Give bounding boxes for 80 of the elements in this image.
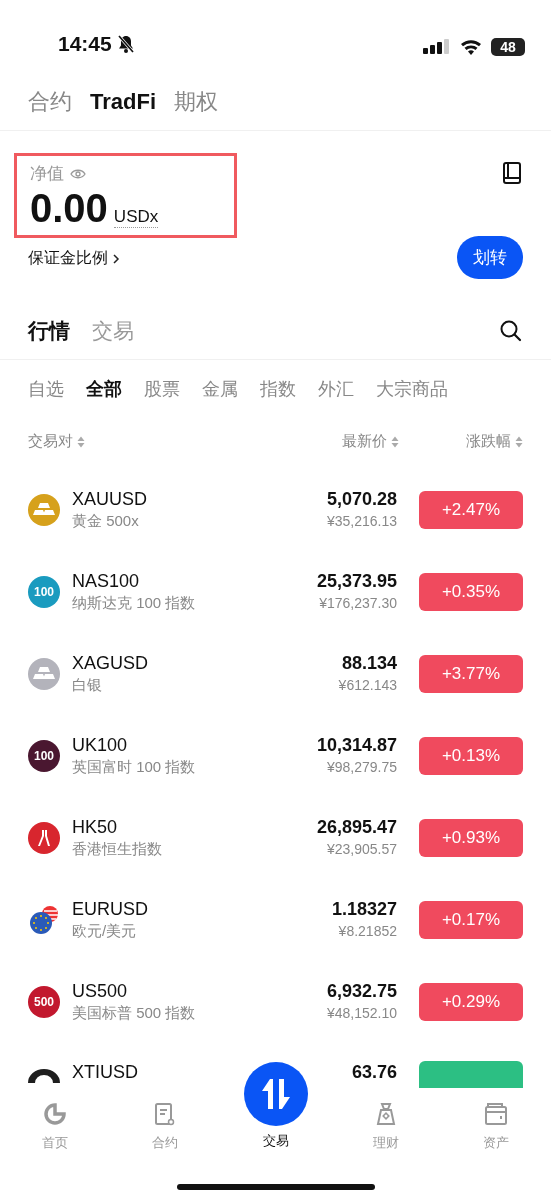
price: 26,895.47 xyxy=(316,816,397,838)
instrument-name: 欧元/美元 xyxy=(72,921,138,941)
price: 1.18327 xyxy=(331,898,397,920)
change-badge[interactable]: +2.47% xyxy=(419,491,523,529)
symbol: HK50 xyxy=(72,816,119,838)
currency-unit[interactable]: USDx xyxy=(113,207,159,228)
symbol: XAUUSD xyxy=(72,488,148,510)
tab[interactable]: 期权 xyxy=(174,86,218,118)
search-icon[interactable] xyxy=(499,319,523,343)
instrument-name: 英国富时 100 指数 xyxy=(72,757,197,777)
instrument-name: 白银 xyxy=(72,675,103,695)
battery-icon: 48 xyxy=(491,38,525,56)
category-tab[interactable]: 外汇 xyxy=(318,376,354,402)
home-icon[interactable] xyxy=(42,1102,69,1128)
trade-button-icon[interactable] xyxy=(243,1062,308,1126)
symbol: XAGUSD xyxy=(72,652,150,674)
instrument-name: 纳斯达克 100 指数 xyxy=(72,593,197,613)
column-header[interactable]: 交易对 xyxy=(28,432,279,451)
category-tab[interactable]: 股票 xyxy=(144,376,180,402)
margin-ratio-link[interactable]: 保证金比例 xyxy=(14,238,237,269)
change-badge[interactable]: +0.29% xyxy=(419,983,523,1021)
index-badge-icon: 500 xyxy=(28,986,60,1018)
change-badge[interactable]: +0.35% xyxy=(419,573,523,611)
status-time: 14:45 xyxy=(58,32,112,56)
index-badge-icon: 100 xyxy=(28,576,60,608)
transfer-button[interactable]: 划转 xyxy=(457,236,523,279)
category-tab[interactable]: 自选 xyxy=(28,376,64,402)
price-cny: ¥176,237.30 xyxy=(318,594,397,613)
muted-bell-icon xyxy=(115,34,136,54)
price-cny: ¥35,216.13 xyxy=(326,512,397,531)
nav-label[interactable]: 资产 xyxy=(482,1134,509,1152)
sort-icon xyxy=(391,435,399,448)
balance-amount: 0.00 xyxy=(30,185,108,231)
category-tab[interactable]: 指数 xyxy=(260,376,296,402)
price-cny: ¥612.143 xyxy=(338,676,397,695)
nav-label[interactable]: 理财 xyxy=(372,1134,399,1152)
change-badge[interactable]: +0.13% xyxy=(419,737,523,775)
price-cny: ¥48,152.10 xyxy=(326,1004,397,1023)
column-header[interactable]: 涨跌幅 xyxy=(399,432,523,451)
price: 5,070.28 xyxy=(326,488,397,510)
eye-icon[interactable] xyxy=(70,167,86,180)
column-header[interactable]: 最新价 xyxy=(279,432,399,451)
chevron-right-icon xyxy=(112,252,120,265)
price: 88.134 xyxy=(340,652,397,674)
price-cny: ¥8.21852 xyxy=(337,922,397,941)
sort-icon xyxy=(515,435,523,448)
change-badge[interactable]: +0.17% xyxy=(419,901,523,939)
price-cny: ¥98,279.75 xyxy=(325,758,397,777)
change-badge[interactable]: +0.93% xyxy=(419,819,523,857)
symbol: XTIUSD xyxy=(72,1061,139,1083)
symbol: NAS100 xyxy=(72,570,141,592)
tab[interactable]: TradFi xyxy=(90,86,156,118)
tab[interactable]: 合约 xyxy=(28,86,72,118)
price: 10,314.87 xyxy=(316,734,397,756)
wifi-icon xyxy=(459,38,483,56)
category-tab[interactable]: 全部 xyxy=(86,376,122,402)
symbol: US500 xyxy=(72,980,129,1002)
price: 63.76 xyxy=(351,1061,397,1083)
price: 6,932.75 xyxy=(326,980,397,1002)
sort-icon xyxy=(77,435,85,448)
tab[interactable]: 行情 xyxy=(28,317,70,345)
instrument-name: 香港恒生指数 xyxy=(72,839,163,859)
nav-label[interactable]: 合约 xyxy=(152,1134,179,1152)
price-cny: ¥23,905.57 xyxy=(325,840,397,859)
symbol: UK100 xyxy=(72,734,129,756)
book-icon[interactable] xyxy=(501,161,523,185)
category-tab[interactable]: 金属 xyxy=(202,376,238,402)
nav-label[interactable]: 交易 xyxy=(262,1132,289,1150)
wallet-icon[interactable] xyxy=(482,1102,509,1128)
change-badge[interactable]: +3.77% xyxy=(419,655,523,693)
price: 25,373.95 xyxy=(316,570,397,592)
signal-icon xyxy=(423,38,451,56)
index-badge-icon: 100 xyxy=(28,740,60,772)
nav-label[interactable]: 首页 xyxy=(42,1134,69,1152)
instrument-name: 美国标普 500 指数 xyxy=(72,1003,197,1023)
tab[interactable]: 交易 xyxy=(92,317,134,345)
symbol: EURUSD xyxy=(72,898,149,920)
instrument-name: 黄金 500x xyxy=(72,511,140,531)
category-tab[interactable]: 大宗商品 xyxy=(376,376,448,402)
balance-label: 净值 xyxy=(30,163,64,185)
